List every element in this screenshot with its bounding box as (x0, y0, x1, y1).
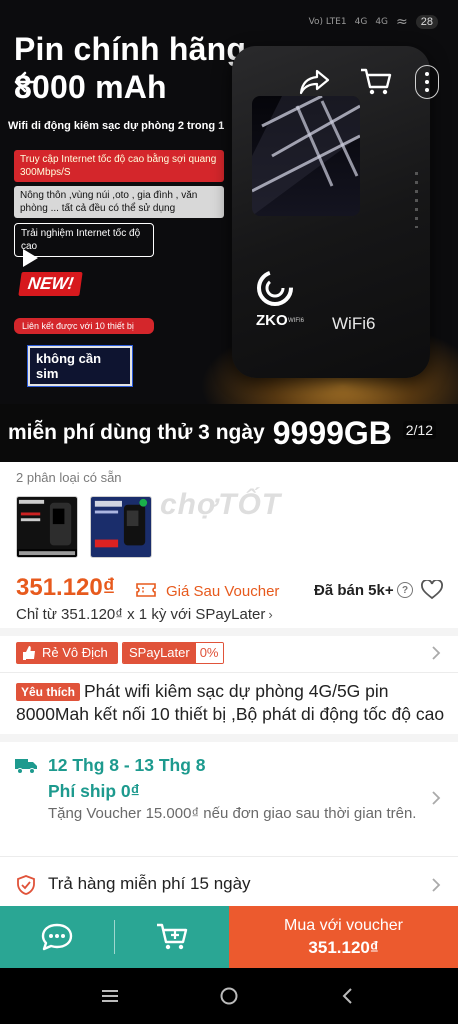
delivery-truck-icon (15, 759, 37, 774)
product-image-carousel[interactable]: Vo) LTE1 4G 4G ≈ 28 Pin chính hãng 8000 … (0, 0, 458, 462)
product-price: 351.120₫ (16, 574, 116, 601)
action-bar-divider (114, 906, 115, 968)
thumbs-up-icon (23, 646, 35, 660)
recent-apps-icon (101, 990, 118, 1002)
device-vent (415, 172, 418, 228)
play-video-icon[interactable] (20, 248, 40, 268)
image-banner-data: 9999GB (272, 414, 392, 451)
image-headline: Pin chính hãng 8000 mAh (14, 30, 246, 106)
return-policy-text: Trả hàng miễn phí 15 ngày (48, 874, 251, 893)
image-counter: 2/12 (402, 421, 436, 439)
shield-check-icon (17, 875, 35, 895)
status-bar: Vo) LTE1 4G 4G ≈ 28 (309, 14, 438, 30)
sold-count: Đã bán 5k+ (314, 582, 394, 599)
wifi-status-icon: ≈ (396, 14, 408, 30)
favorite-shop-badge: Yêu thích (16, 683, 81, 701)
spaylater-tag-label: SPayLater (123, 643, 196, 663)
spaylater-installment[interactable]: Chỉ từ 351.120₫ x 1 kỳ với SPayLater › (16, 606, 273, 623)
section-divider (0, 672, 458, 673)
spaylater-tag-rate: 0% (195, 643, 223, 663)
image-promo-speed: Truy cập Internet tốc độ cao bằng sợi qu… (14, 150, 224, 182)
image-banner-free-trial: miễn phí dùng thử 3 ngày (8, 421, 265, 444)
home-circle-icon (220, 987, 238, 1005)
variant-thumbnail-2-image (91, 497, 151, 557)
cart-icon (361, 68, 392, 95)
image-headline-line1: Pin chính hãng (14, 31, 247, 67)
variant-thumbnail-1[interactable] (16, 496, 78, 558)
image-banner: miễn phí dùng thử 3 ngày 9999GB (0, 404, 458, 462)
image-new-badge: NEW! (18, 272, 84, 296)
more-vertical-icon (415, 65, 439, 99)
buy-button-price: 351.120₫ (308, 937, 379, 957)
return-chevron-right-icon (432, 878, 441, 892)
buy-button-label: Mua với voucher (284, 916, 403, 934)
share-button[interactable] (292, 60, 336, 104)
spaylater-tag: SPayLater 0% (122, 642, 224, 664)
system-navigation-bar (0, 968, 458, 1024)
recent-apps-button[interactable] (90, 976, 130, 1016)
section-divider (0, 734, 458, 742)
brand-logo-icon (257, 270, 293, 306)
chat-button[interactable] (0, 906, 114, 968)
system-back-button[interactable] (328, 976, 368, 1016)
signal-indicator-3: 4G (375, 17, 389, 27)
add-to-cart-button[interactable] (115, 906, 229, 968)
signal-indicator-1: Vo) LTE1 (308, 17, 347, 27)
device-screen (252, 96, 360, 216)
back-button[interactable] (4, 60, 48, 104)
variant-thumbnail-1-image (17, 497, 77, 557)
shipping-date: 12 Thg 8 - 13 Thg 8 (48, 755, 206, 775)
cheapest-tag: Rẻ Vô Địch (16, 642, 118, 664)
variants-count-label: 2 phân loại có sẵn (16, 470, 122, 485)
favorite-heart-icon[interactable] (421, 580, 443, 600)
watermark: chợTỐT (160, 488, 282, 521)
shipping-chevron-right-icon (432, 791, 441, 805)
cart-button[interactable] (354, 60, 398, 104)
chevron-right-icon: › (268, 607, 273, 622)
help-icon[interactable]: ? (397, 582, 413, 598)
cheapest-tag-label: Rẻ Vô Địch (42, 645, 108, 660)
voucher-icon (136, 583, 156, 597)
image-promo-usage: Nông thôn ,vùng núi ,oto , gia đình , vă… (14, 186, 224, 218)
image-no-sim-label: không cần sim (27, 345, 133, 387)
add-to-cart-icon (157, 923, 188, 950)
shipping-voucher-note: Tặng Voucher 15.000₫ nếu đơn giao sau th… (48, 805, 417, 822)
shipping-fee: Phí ship 0₫ (48, 781, 140, 801)
more-options-button[interactable] (412, 60, 442, 104)
image-promo-connect: Liên kết được với 10 thiết bị (14, 318, 154, 334)
section-divider (0, 628, 458, 636)
battery-indicator: 28 (415, 15, 438, 29)
device-brand-small: WIFI6 (288, 318, 304, 324)
product-title: Phát wifi kiêm sạc dự phòng 4G/5G pin 80… (16, 681, 445, 724)
system-back-icon (342, 988, 353, 1004)
signal-indicator-2: 4G (354, 17, 368, 27)
section-divider (0, 856, 458, 857)
buy-with-voucher-button[interactable]: Mua với voucher 351.120₫ (229, 906, 458, 968)
voucher-price-label: Giá Sau Voucher (166, 583, 280, 600)
share-icon (299, 69, 330, 95)
spaylater-installment-text: Chỉ từ 351.120₫ x 1 kỳ với SPayLater (16, 606, 266, 623)
device-wifi6-label: WiFi6 (332, 314, 376, 333)
device-brand: ZKO (256, 312, 288, 329)
chat-icon (41, 923, 73, 951)
tags-chevron-right-icon[interactable] (430, 645, 442, 661)
back-arrow-icon (14, 71, 38, 93)
bottom-action-bar: Mua với voucher 351.120₫ (0, 906, 458, 968)
image-subtitle: Wifi di động kiêm sạc dự phòng 2 trong 1 (8, 120, 225, 132)
variant-thumbnail-2[interactable] (90, 496, 152, 558)
home-button[interactable] (209, 976, 249, 1016)
image-headline-line2: 8000 mAh (14, 69, 167, 105)
